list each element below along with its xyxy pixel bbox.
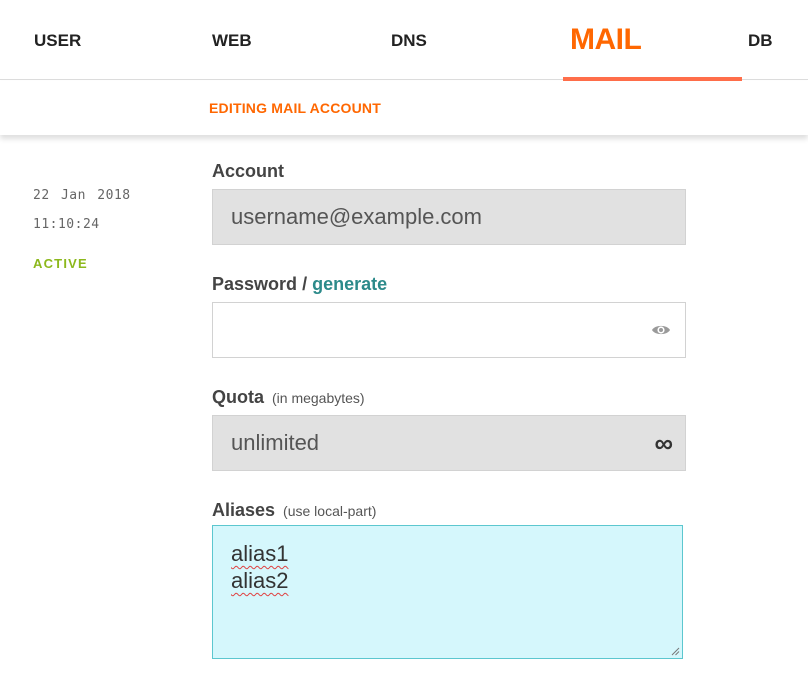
quota-hint: (in megabytes) bbox=[272, 390, 365, 406]
quota-value: unlimited bbox=[231, 430, 320, 455]
password-label: Password bbox=[212, 274, 298, 294]
quota-label: Quota bbox=[212, 387, 264, 407]
password-field[interactable] bbox=[212, 302, 686, 358]
nav-tab-dns[interactable]: DNS bbox=[391, 0, 427, 80]
account-field: username@example.com bbox=[212, 189, 686, 245]
alias-text: alias1 bbox=[231, 541, 289, 566]
aliases-label-group: Aliases (use local-part) bbox=[212, 500, 376, 521]
sub-header: EDITING MAIL ACCOUNT bbox=[0, 81, 808, 135]
password-label-group: Password / generate bbox=[212, 274, 387, 295]
generate-password-link[interactable]: generate bbox=[312, 274, 387, 294]
nav-tab-web[interactable]: WEB bbox=[212, 0, 252, 80]
alias-line: alias2 bbox=[231, 567, 664, 594]
account-label: Account bbox=[212, 161, 284, 181]
alias-text: alias2 bbox=[231, 568, 289, 593]
nav-tab-mail-label: MAIL bbox=[570, 23, 642, 56]
aliases-textarea[interactable]: alias1 alias2 bbox=[212, 525, 683, 659]
nav-tab-db[interactable]: DB bbox=[748, 0, 773, 80]
quota-label-group: Quota (in megabytes) bbox=[212, 387, 365, 408]
aliases-label: Aliases bbox=[212, 500, 276, 520]
eye-icon[interactable] bbox=[651, 320, 671, 340]
quota-field[interactable]: unlimited ∞ bbox=[212, 415, 686, 471]
account-time: 11:10:24 bbox=[33, 217, 100, 232]
alias-line: alias1 bbox=[231, 540, 664, 567]
password-separator: / bbox=[302, 274, 308, 294]
aliases-hint: (use local-part) bbox=[283, 503, 377, 519]
resize-handle-icon[interactable] bbox=[670, 646, 680, 656]
top-navigation: USER WEB DNS MAIL DB bbox=[0, 0, 808, 81]
status-badge: ACTIVE bbox=[33, 256, 88, 271]
page-title: EDITING MAIL ACCOUNT bbox=[209, 100, 381, 116]
nav-tab-mail[interactable]: MAIL bbox=[563, 0, 742, 81]
nav-tab-user[interactable]: USER bbox=[34, 0, 81, 80]
infinity-icon[interactable]: ∞ bbox=[654, 416, 673, 470]
account-date: 22 Jan 2018 bbox=[33, 188, 131, 203]
